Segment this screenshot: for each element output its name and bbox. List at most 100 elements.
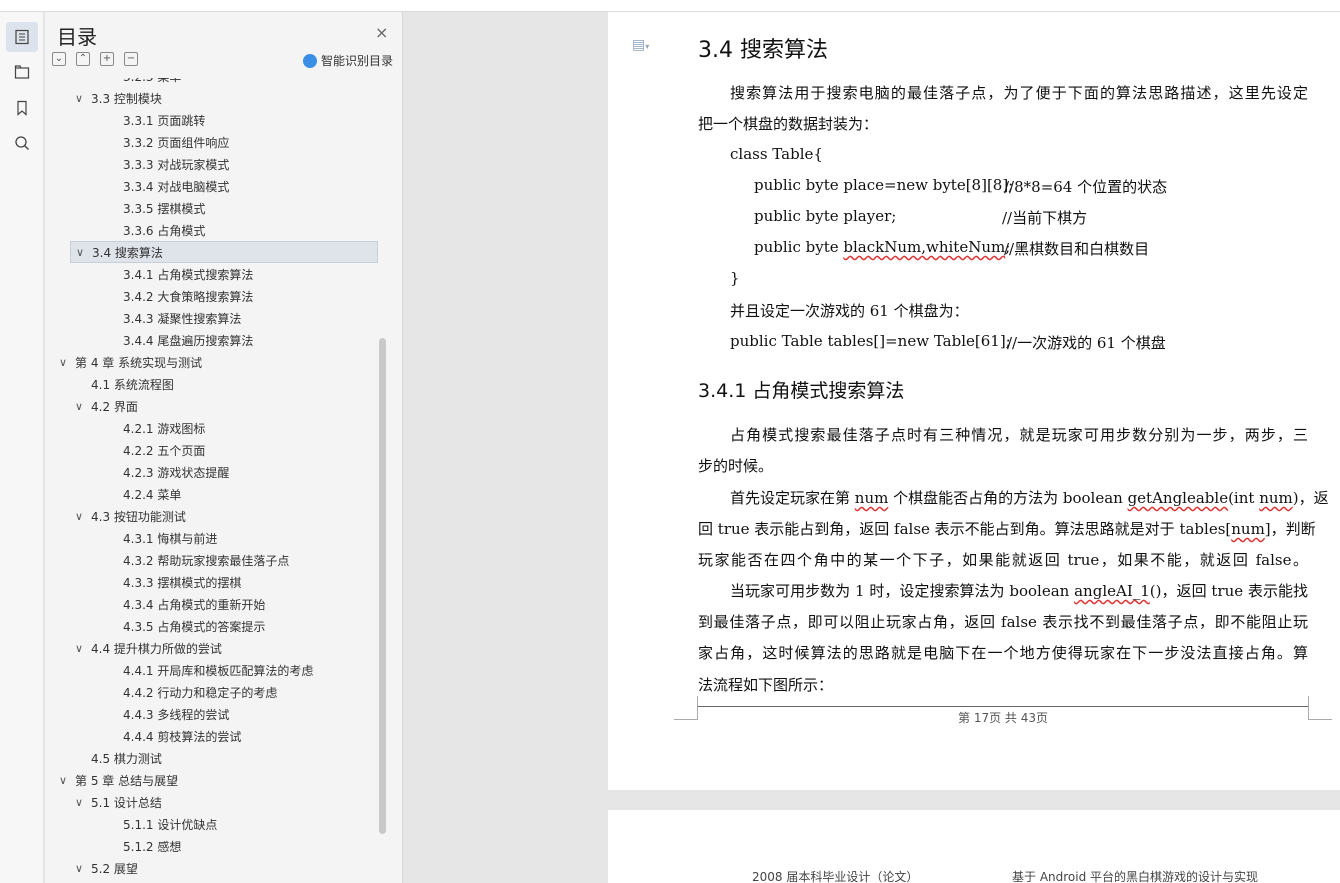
paragraph-line: 家占角，这时候算法的思路就是电脑下在一个地方使得玩家在下一步没法直接占角。算: [698, 644, 1308, 662]
toc-item-label: 第 4 章 系统实现与测试: [75, 355, 203, 370]
toc-panel-button[interactable]: [6, 22, 38, 52]
chevron-down-icon[interactable]: ∨: [75, 92, 91, 105]
document-icon[interactable]: ▤▾: [632, 37, 649, 53]
paragraph-line: 把一个棋盘的数据封装为：: [698, 115, 879, 133]
chevron-down-icon[interactable]: ∨: [75, 510, 91, 523]
bookmark-button[interactable]: [6, 93, 38, 123]
paragraph-line: 到最佳落子点，即可以阻止玩家占角，返回 false 表示找不到最佳落子点，即不能…: [698, 613, 1308, 631]
toc-item[interactable]: 4.4.1 开局库和模板匹配算法的考虑: [45, 659, 375, 681]
toc-item[interactable]: ∨ 第 5 章 总结与展望: [45, 769, 375, 791]
toc-item[interactable]: 3.3.6 占角模式: [45, 219, 375, 241]
chevron-down-icon[interactable]: ∨: [76, 246, 92, 259]
toc-item[interactable]: ∨ 第 4 章 系统实现与测试: [45, 351, 375, 373]
toc-item[interactable]: 5.1.2 感想: [45, 835, 375, 857]
spellcheck-word[interactable]: blackNum,whiteNum: [843, 238, 1005, 256]
search-button[interactable]: [6, 128, 38, 158]
toc-item[interactable]: ∨ 3.3 控制模块: [45, 87, 375, 109]
toc-item[interactable]: ∨ 3.4 搜索算法: [70, 241, 378, 263]
paragraph-line: 占角模式搜索最佳落子点时有三种情况，就是玩家可用步数分别为一步，两步，三: [730, 426, 1308, 444]
code-line: public byte place=new byte[8][8];: [754, 176, 1014, 194]
spellcheck-word[interactable]: num: [1259, 489, 1293, 507]
toc-item[interactable]: 4.2.1 游戏图标: [45, 417, 375, 439]
toc-scrollbar[interactable]: [379, 338, 386, 834]
toc-item-label: 4.2.1 游戏图标: [123, 421, 206, 436]
remove-heading-button[interactable]: −: [124, 52, 138, 66]
chevron-down-icon[interactable]: ∨: [59, 356, 75, 369]
paragraph-line: 首先设定玩家在第 num 个棋盘能否占角的方法为 boolean getAngl…: [730, 487, 1329, 508]
toc-item-label: 3.3.1 页面跳转: [123, 113, 206, 128]
toc-item-label: 4.2.2 五个页面: [123, 443, 206, 458]
page-corner-mark: [1308, 696, 1332, 720]
toc-item[interactable]: 3.2.3 菜单: [45, 78, 375, 87]
toc-item[interactable]: ∨ 5.2 展望: [45, 857, 375, 879]
toc-item-label: 4.4.3 多线程的尝试: [123, 707, 230, 722]
toc-item[interactable]: 3.3.5 摆棋模式: [45, 197, 375, 219]
spellcheck-word[interactable]: getAngleable: [1128, 489, 1229, 507]
toc-item[interactable]: 4.2.3 游戏状态提醒: [45, 461, 375, 483]
toc-item[interactable]: 4.3.1 悔棋与前进: [45, 527, 375, 549]
add-heading-button[interactable]: +: [100, 52, 114, 66]
toc-item[interactable]: ∨ 4.2 界面: [45, 395, 375, 417]
toc-item[interactable]: ∨ 4.4 提升棋力所做的尝试: [45, 637, 375, 659]
code-text: public byte: [754, 238, 844, 256]
toc-item[interactable]: 4.1 系统流程图: [45, 373, 375, 395]
toc-item[interactable]: 4.3.3 摆棋模式的摆棋: [45, 571, 375, 593]
paragraph-line: 当玩家可用步数为 1 时，设定搜索算法为 boolean angleAI_1()…: [730, 580, 1308, 601]
toc-item-label: 3.3.3 对战玩家模式: [123, 157, 230, 172]
chevron-down-icon[interactable]: ∨: [75, 642, 91, 655]
toc-item[interactable]: 3.3.4 对战电脑模式: [45, 175, 375, 197]
toc-item-label: 5.1.1 设计优缺点: [123, 817, 218, 832]
toc-item[interactable]: 4.3.2 帮助玩家搜索最佳落子点: [45, 549, 375, 571]
toc-item[interactable]: 3.3.1 页面跳转: [45, 109, 375, 131]
navigation-button[interactable]: [6, 57, 38, 87]
close-icon[interactable]: ×: [375, 23, 388, 42]
toc-item[interactable]: ∨ 4.3 按钮功能测试: [45, 505, 375, 527]
spellcheck-word[interactable]: num: [855, 489, 889, 507]
chevron-down-icon[interactable]: ∨: [59, 774, 75, 787]
toc-item-label: 4.3.3 摆棋模式的摆棋: [123, 575, 242, 590]
toc-item[interactable]: 3.4.2 大食策略搜索算法: [45, 285, 375, 307]
toc-item[interactable]: 4.3.4 占角模式的重新开始: [45, 593, 375, 615]
code-line: }: [730, 269, 740, 287]
chevron-down-icon[interactable]: ∨: [75, 862, 91, 875]
expand-up-button[interactable]: ⌃: [76, 52, 90, 66]
bookmark-icon: [17, 100, 27, 116]
chevron-down-icon: ⌄: [54, 53, 64, 64]
toc-item[interactable]: 4.5 棋力测试: [45, 747, 375, 769]
collapse-all-button[interactable]: ⌄: [52, 52, 66, 66]
toc-item-label: 5.1 设计总结: [91, 795, 162, 810]
toc-item[interactable]: 3.4.1 占角模式搜索算法: [45, 263, 375, 285]
toc-item[interactable]: 4.4.2 行动力和稳定子的考虑: [45, 681, 375, 703]
toc-item[interactable]: 5.1.1 设计优缺点: [45, 813, 375, 835]
toc-item[interactable]: 3.4.4 尾盘遍历搜索算法: [45, 329, 375, 351]
spellcheck-word[interactable]: angleAI_1: [1074, 582, 1150, 600]
toc-item-label: 第 5 章 总结与展望: [75, 773, 179, 788]
toc-item-label: 4.2 界面: [91, 399, 138, 414]
toc-item[interactable]: 4.2.2 五个页面: [45, 439, 375, 461]
chevron-down-icon[interactable]: ∨: [75, 796, 91, 809]
toc-item-label: 3.4 搜索算法: [92, 245, 163, 260]
toc-item[interactable]: 4.3.5 占角模式的答案提示: [45, 615, 375, 637]
toc-item-label: 4.3.5 占角模式的答案提示: [123, 619, 266, 634]
text-run: 回 true 表示能占到角，返回 false 表示不能占到角。算法思路就是对于 …: [698, 520, 1232, 538]
toc-item[interactable]: ∨ 5.1 设计总结: [45, 791, 375, 813]
toc-item[interactable]: 3.4.3 凝聚性搜索算法: [45, 307, 375, 329]
toc-item[interactable]: 4.4.4 剪枝算法的尝试: [45, 725, 375, 747]
smart-toc-label: 智能识别目录: [321, 54, 394, 68]
toc-item-label: 4.4.1 开局库和模板匹配算法的考虑: [123, 663, 314, 678]
toc-item[interactable]: 4.4.3 多线程的尝试: [45, 703, 375, 725]
chevron-up-icon: ⌃: [78, 53, 88, 64]
toc-item[interactable]: 4.2.4 菜单: [45, 483, 375, 505]
list-icon: [15, 29, 29, 45]
chevron-down-icon[interactable]: ∨: [75, 400, 91, 413]
code-line: public Table tables[]=new Table[61];: [730, 332, 1011, 350]
text-run: 首先设定玩家在第: [730, 489, 855, 507]
toc-item[interactable]: 3.3.2 页面组件响应: [45, 131, 375, 153]
smart-toc-button[interactable]: 智能识别目录: [303, 52, 393, 69]
spellcheck-word[interactable]: num: [1231, 520, 1265, 538]
paragraph-line: 搜索算法用于搜索电脑的最佳落子点，为了便于下面的算法思路描述，这里先设定: [730, 84, 1308, 102]
code-line: public byte blackNum,whiteNum;: [754, 238, 1010, 256]
toc-item[interactable]: 3.3.3 对战玩家模式: [45, 153, 375, 175]
toc-item-label: 5.1.2 感想: [123, 839, 182, 854]
toc-item-label: 4.4.2 行动力和稳定子的考虑: [123, 685, 278, 700]
